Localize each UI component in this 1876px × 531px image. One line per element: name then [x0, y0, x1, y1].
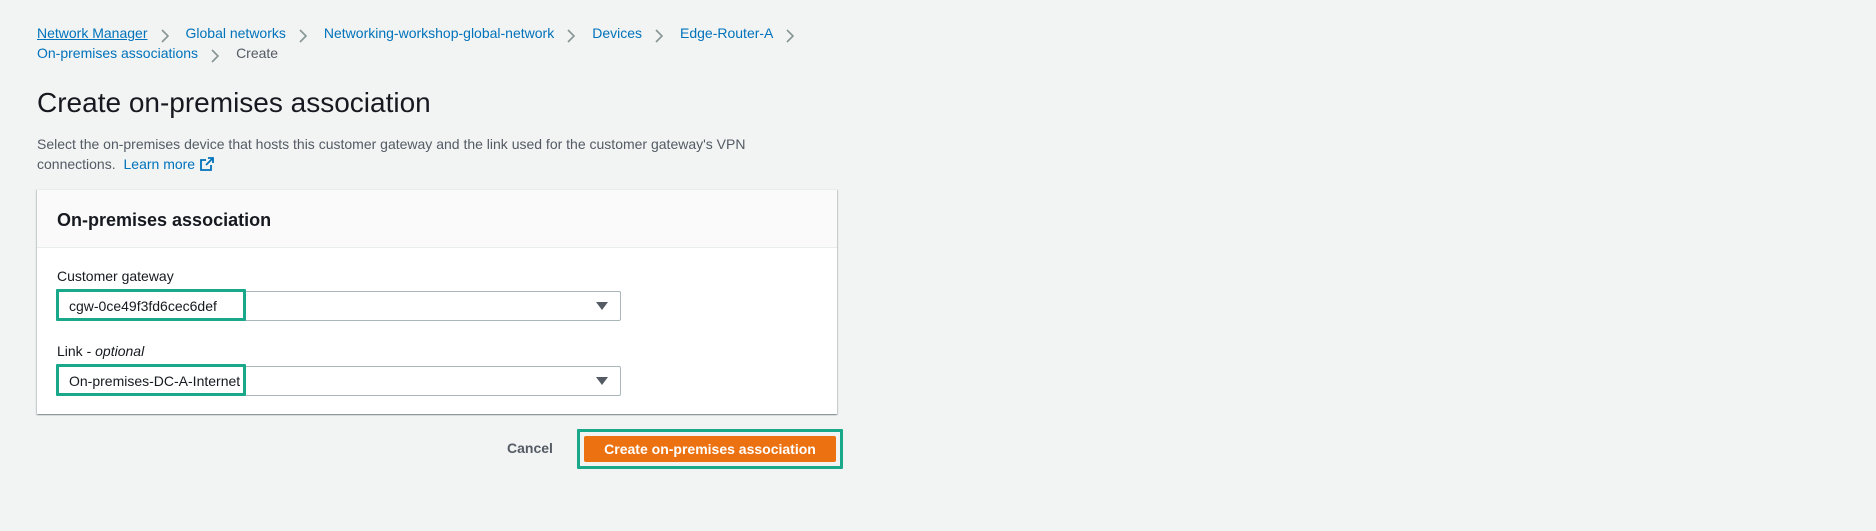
page-description: Select the on-premises device that hosts…	[37, 134, 797, 176]
link-optional-label: optional	[95, 343, 145, 359]
on-premises-association-panel: On-premises association Customer gateway…	[37, 189, 837, 414]
page-title: Create on-premises association	[37, 87, 431, 118]
page: Network Manager Global networks Networki…	[0, 0, 1876, 531]
customer-gateway-field: Customer gateway cgw-0ce49f3fd6cec6def	[56, 267, 621, 321]
panel-title: On-premises association	[57, 210, 272, 230]
breadcrumb-row-2: On-premises associations Create	[37, 43, 857, 63]
caret-down-icon	[596, 302, 608, 310]
learn-more-link[interactable]: Learn more	[124, 156, 215, 172]
link-select[interactable]: On-premises-DC-A-Internet	[56, 364, 621, 396]
customer-gateway-select[interactable]: cgw-0ce49f3fd6cec6def	[56, 289, 621, 321]
chevron-right-icon	[655, 28, 664, 43]
chevron-right-icon	[299, 28, 308, 43]
breadcrumb-device[interactable]: Edge-Router-A	[680, 23, 773, 43]
customer-gateway-label: Customer gateway	[57, 268, 174, 284]
panel-header: On-premises association	[37, 190, 837, 248]
breadcrumb-global-networks[interactable]: Global networks	[186, 23, 286, 43]
link-label-text: Link	[57, 343, 83, 359]
learn-more-label: Learn more	[123, 156, 196, 172]
breadcrumb-on-premises-associations[interactable]: On-premises associations	[37, 43, 198, 63]
breadcrumb-devices[interactable]: Devices	[592, 23, 642, 43]
chevron-right-icon	[211, 48, 220, 63]
link-field: Link - optional On-premises-DC-A-Interne…	[56, 342, 621, 396]
breadcrumb-current: Create	[236, 45, 279, 61]
breadcrumb: Network Manager Global networks Networki…	[37, 23, 857, 63]
breadcrumb-global-network[interactable]: Networking-workshop-global-network	[324, 23, 554, 43]
link-label: Link - optional	[57, 342, 621, 360]
caret-down-icon	[596, 377, 608, 385]
link-label-separator: -	[82, 343, 96, 359]
breadcrumb-network-manager[interactable]: Network Manager	[37, 23, 148, 43]
cancel-button[interactable]: Cancel	[497, 436, 563, 460]
link-value: On-premises-DC-A-Internet	[69, 373, 241, 389]
create-button-highlight: Create on-premises association	[577, 429, 843, 469]
create-on-premises-association-button[interactable]: Create on-premises association	[584, 436, 836, 462]
external-link-icon	[200, 156, 214, 176]
customer-gateway-value: cgw-0ce49f3fd6cec6def	[69, 298, 217, 314]
chevron-right-icon	[786, 28, 795, 43]
chevron-right-icon	[160, 28, 170, 43]
chevron-right-icon	[567, 28, 576, 43]
breadcrumb-row-1: Network Manager Global networks Networki…	[37, 23, 857, 43]
